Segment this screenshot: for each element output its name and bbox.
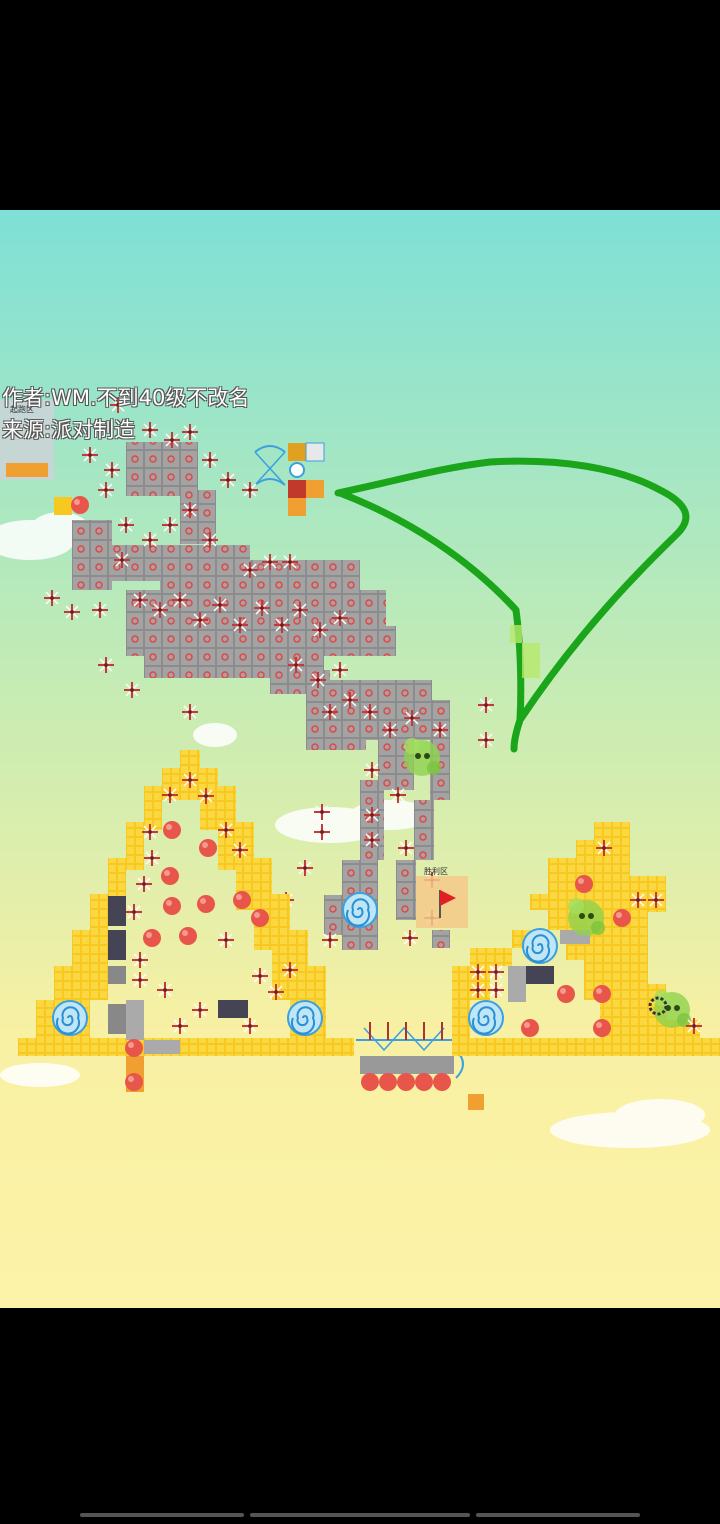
source-credit: 来源:派对制造 bbox=[2, 418, 136, 442]
game-canvas[interactable]: 起跑区 胜利区 bbox=[0, 0, 720, 1520]
finish-zone-label: 胜利区 bbox=[424, 866, 448, 876]
game-screen: 起跑区 胜利区 作者:WM.不到40级不改名 来源:派对制造 bbox=[0, 0, 720, 1520]
spiral-portal-icon bbox=[342, 892, 378, 928]
author-credit: 作者:WM.不到40级不改名 bbox=[2, 386, 250, 410]
green-block bbox=[510, 625, 522, 643]
nav-bar bbox=[80, 1513, 640, 1517]
bottom-letterbox bbox=[0, 1308, 720, 1520]
green-block bbox=[522, 643, 540, 678]
top-letterbox bbox=[0, 0, 720, 210]
